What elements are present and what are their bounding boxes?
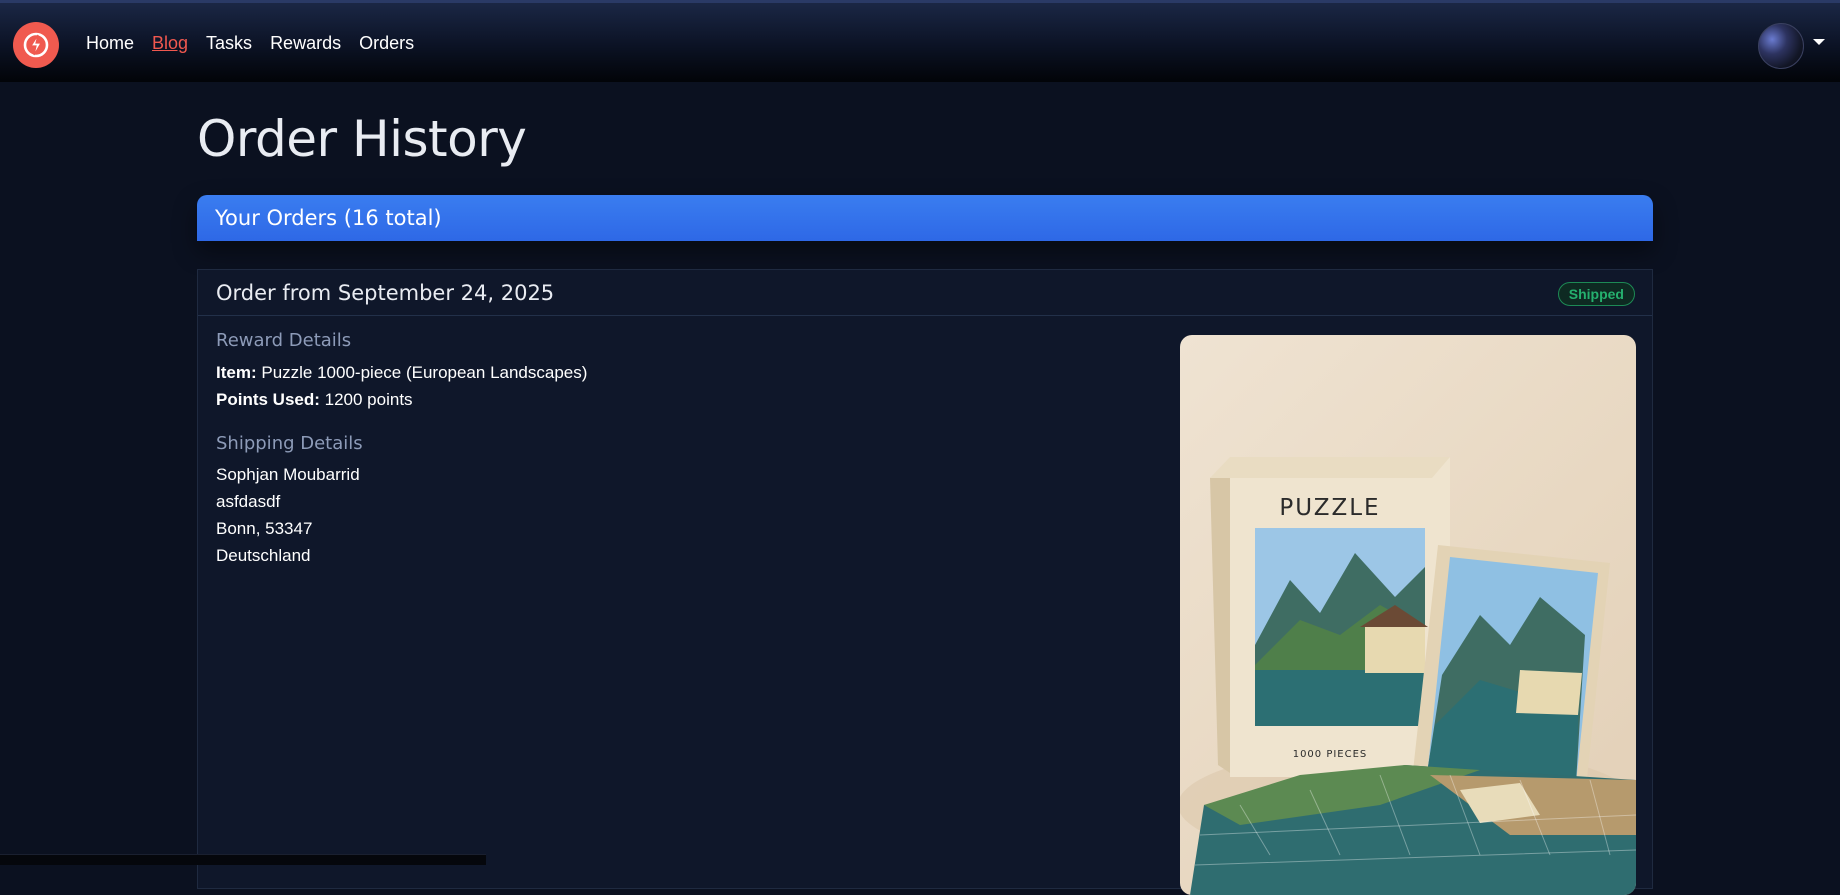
shipping-country: Deutschland — [216, 546, 311, 565]
reward-details-heading: Reward Details — [216, 330, 352, 351]
nav-links: Home Blog Tasks Rewards Orders — [86, 33, 432, 54]
page-title: Order History — [197, 110, 527, 168]
nav-link-rewards[interactable]: Rewards — [270, 33, 341, 54]
points-used-line: Points Used: 1200 points — [216, 390, 413, 410]
shipping-details-heading: Shipping Details — [216, 433, 363, 454]
puzzle-box-title: PUZZLE — [1279, 495, 1380, 521]
brand-logo[interactable] — [13, 22, 59, 68]
nav-link-orders[interactable]: Orders — [359, 33, 414, 54]
status-badge: Shipped — [1557, 282, 1635, 306]
nav-link-tasks[interactable]: Tasks — [206, 33, 252, 54]
reward-item-line: Item: Puzzle 1000-piece (European Landsc… — [216, 363, 587, 383]
points-label: Points Used: — [216, 390, 320, 409]
item-label: Item: — [216, 363, 257, 382]
shipping-street: asfdasdf — [216, 492, 281, 511]
shipping-city: Bonn, 53347 — [216, 519, 313, 538]
order-title: Order from September 24, 2025 — [216, 281, 555, 305]
status-bar — [0, 854, 486, 865]
lightning-bolt-icon — [23, 32, 49, 58]
order-card-header: Order from September 24, 2025 Shipped — [198, 270, 1652, 316]
nav-link-blog[interactable]: Blog — [152, 33, 188, 54]
points-value: 1200 points — [324, 390, 413, 409]
orders-panel-header: Your Orders (16 total) — [197, 195, 1653, 241]
nav-link-home[interactable]: Home — [86, 33, 134, 54]
top-navbar: Home Blog Tasks Rewards Orders — [0, 0, 1840, 82]
shipping-name: Sophjan Moubarrid — [216, 465, 360, 484]
chevron-down-icon[interactable] — [1813, 39, 1825, 45]
order-card: Order from September 24, 2025 Shipped Re… — [197, 269, 1653, 895]
orders-count-heading: Your Orders (16 total) — [215, 206, 442, 230]
product-image: PUZZLE 1000 PIECES — [1180, 335, 1636, 895]
user-avatar[interactable] — [1758, 23, 1804, 69]
puzzle-box-subtitle: 1000 PIECES — [1293, 749, 1368, 760]
item-value: Puzzle 1000-piece (European Landscapes) — [261, 363, 588, 382]
